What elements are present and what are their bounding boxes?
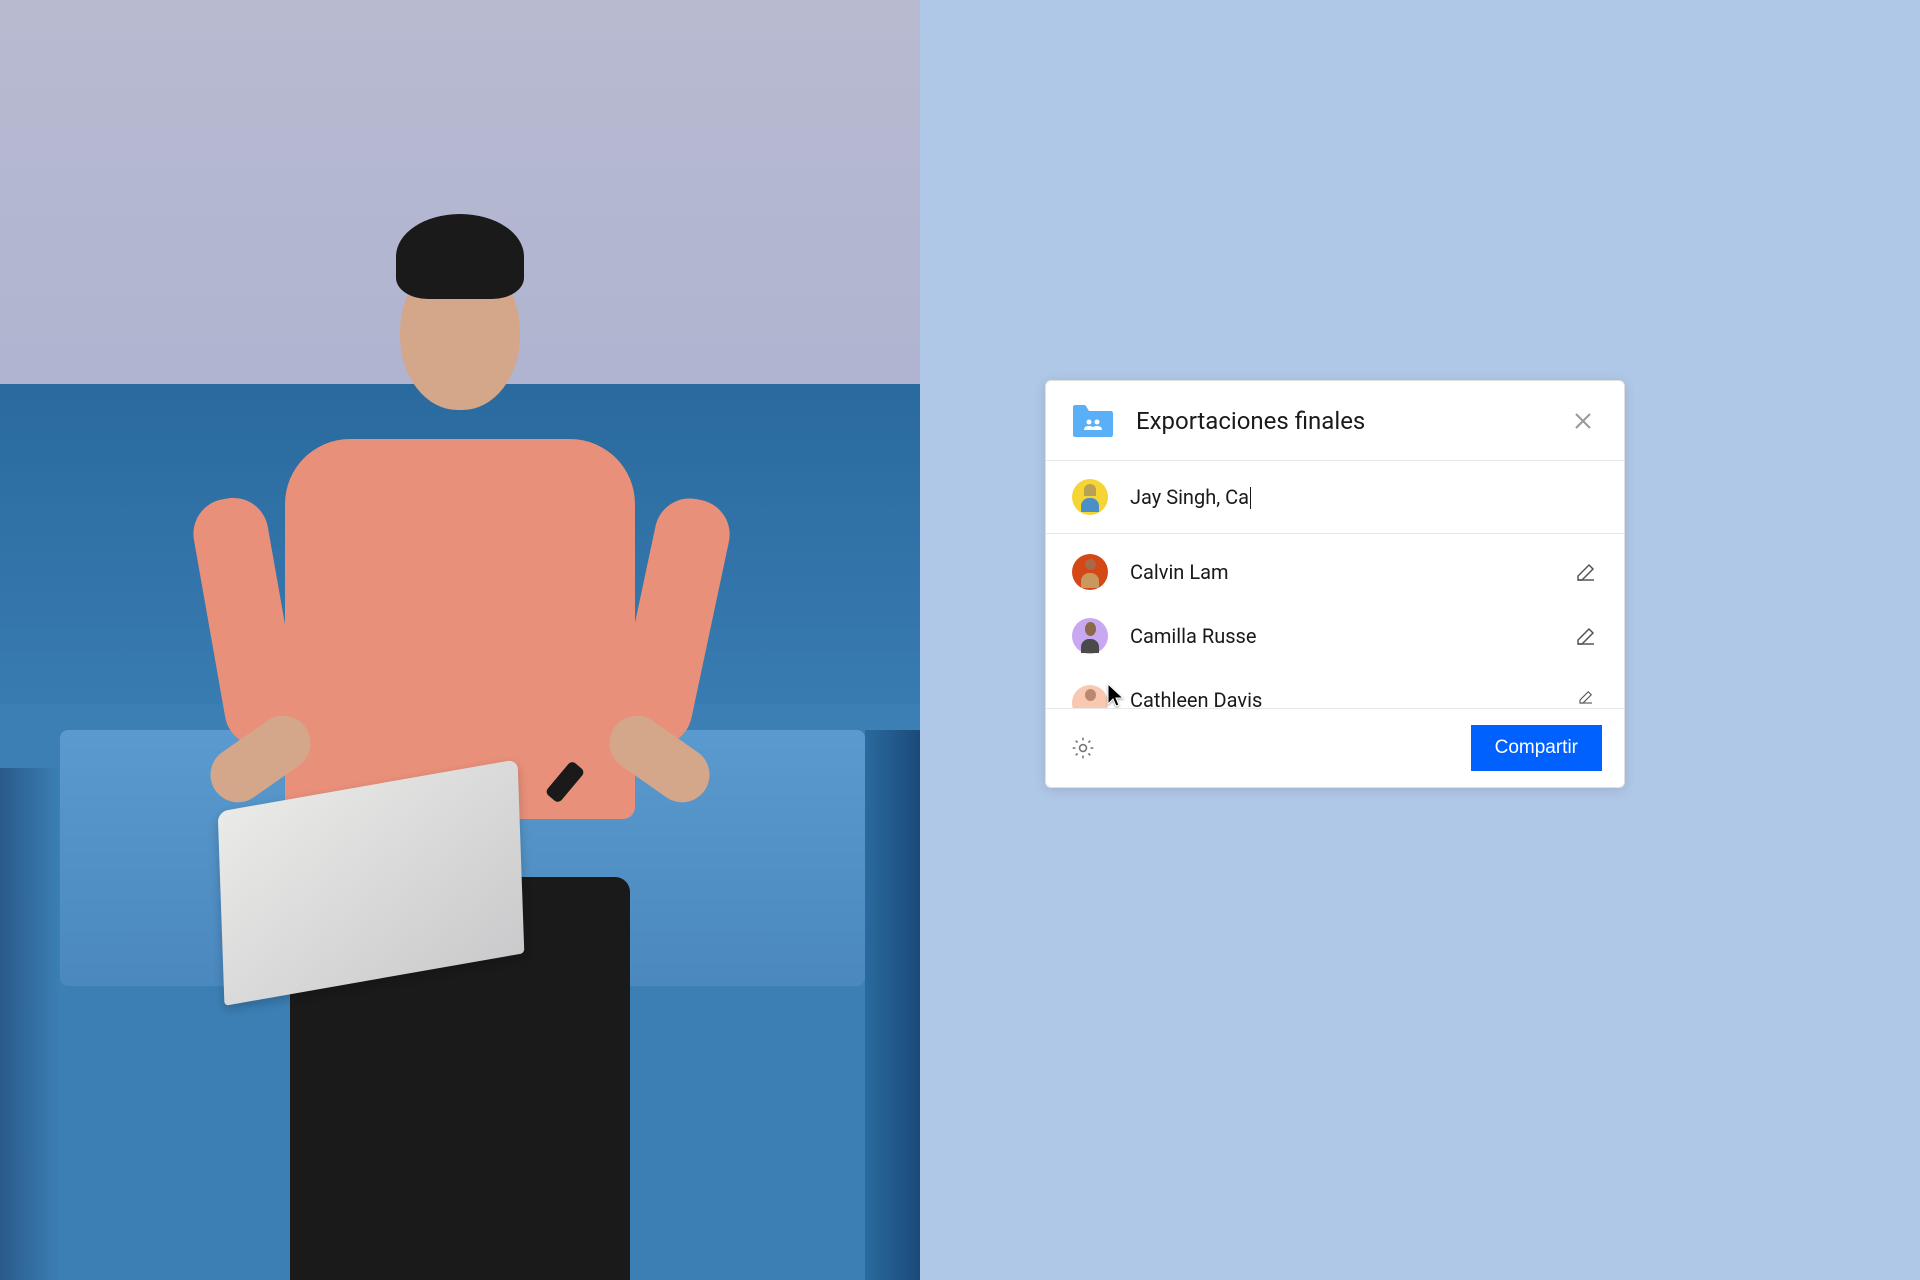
avatar-calvin-lam bbox=[1072, 554, 1108, 590]
edit-permission-icon[interactable] bbox=[1574, 624, 1598, 648]
edit-permission-icon[interactable] bbox=[1574, 560, 1598, 584]
avatar-jay-singh bbox=[1072, 479, 1108, 515]
shared-folder-icon bbox=[1072, 403, 1114, 438]
avatar-cathleen-davis bbox=[1072, 685, 1108, 708]
gear-icon bbox=[1070, 735, 1096, 761]
person-torso bbox=[285, 439, 635, 819]
suggestion-item[interactable]: Camilla Russe bbox=[1046, 604, 1624, 668]
photo-panel bbox=[0, 0, 920, 1280]
suggestions-list: Calvin Lam Camilla Russe Cathleen Davis bbox=[1046, 534, 1624, 709]
edit-permission-icon[interactable] bbox=[1574, 682, 1598, 706]
close-button[interactable] bbox=[1568, 406, 1598, 436]
close-icon bbox=[1573, 411, 1593, 431]
person-hair bbox=[396, 214, 524, 299]
photo-scene bbox=[0, 0, 920, 1280]
share-dialog: Exportaciones finales Jay Singh, Ca Calv… bbox=[1045, 380, 1625, 788]
dialog-footer: Compartir bbox=[1046, 709, 1624, 787]
dialog-header: Exportaciones finales bbox=[1046, 381, 1624, 461]
couch-arm-right bbox=[865, 730, 920, 1280]
recipient-input[interactable]: Jay Singh, Ca bbox=[1130, 485, 1598, 510]
ui-panel: Exportaciones finales Jay Singh, Ca Calv… bbox=[920, 0, 1920, 1280]
text-cursor bbox=[1250, 487, 1251, 509]
suggestion-item[interactable]: Calvin Lam bbox=[1046, 534, 1624, 604]
suggestion-name: Camilla Russe bbox=[1130, 624, 1574, 648]
dialog-title: Exportaciones finales bbox=[1136, 407, 1568, 435]
recipient-input-row[interactable]: Jay Singh, Ca bbox=[1046, 461, 1624, 534]
person bbox=[161, 128, 759, 1280]
suggestion-item[interactable]: Cathleen Davis bbox=[1046, 668, 1624, 708]
settings-button[interactable] bbox=[1068, 733, 1098, 763]
suggestion-name: Cathleen Davis bbox=[1130, 682, 1574, 708]
suggestion-name: Calvin Lam bbox=[1130, 560, 1574, 584]
share-button[interactable]: Compartir bbox=[1471, 725, 1602, 771]
avatar-camilla-russe bbox=[1072, 618, 1108, 654]
couch-arm-left bbox=[0, 768, 60, 1280]
